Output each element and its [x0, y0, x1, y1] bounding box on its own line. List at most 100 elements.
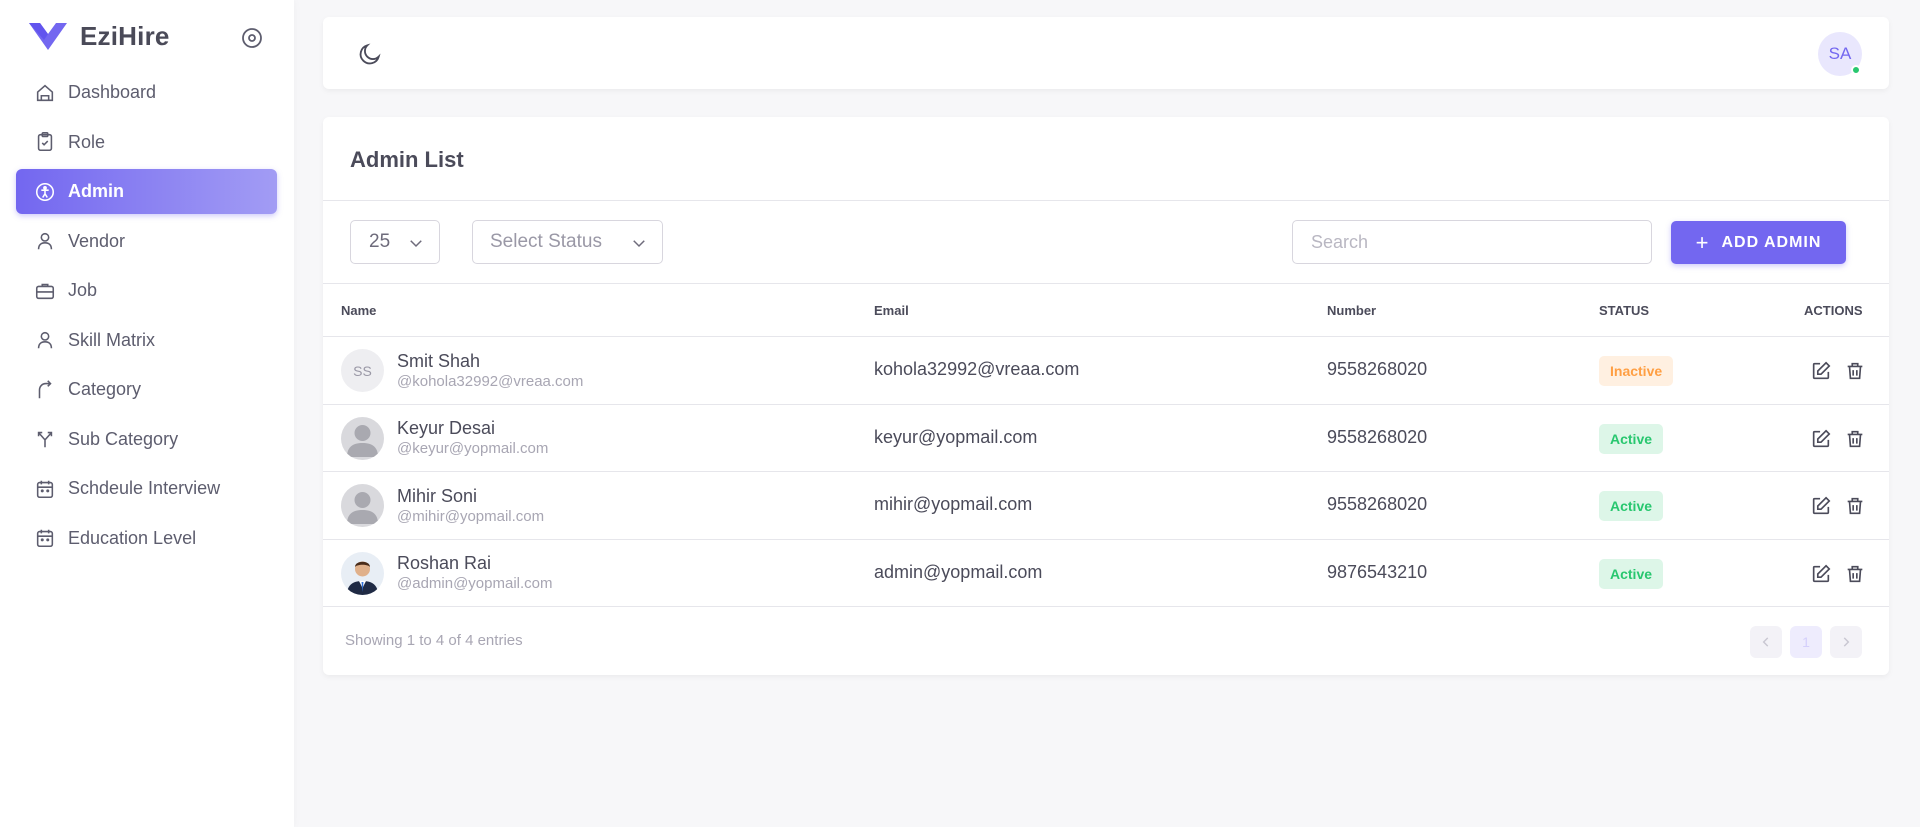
- edit-icon[interactable]: [1810, 563, 1832, 585]
- entries-summary: Showing 1 to 4 of 4 entries: [345, 632, 523, 649]
- column-header-name[interactable]: Name: [341, 303, 376, 318]
- column-header-email[interactable]: Email: [874, 303, 909, 318]
- default-avatar-icon: [347, 424, 378, 457]
- chevron-down-icon: [633, 240, 645, 248]
- sidebar-item-label: Vendor: [68, 230, 126, 251]
- per-page-value: 25: [369, 231, 391, 252]
- trash-icon[interactable]: [1844, 360, 1866, 382]
- brand[interactable]: EziHire: [28, 20, 170, 52]
- sidebar-item-schedule-interview[interactable]: Schdeule Interview: [16, 466, 277, 511]
- status-filter-select[interactable]: Select Status: [472, 220, 663, 264]
- number-cell: 9558268020: [1327, 359, 1428, 379]
- sidebar-item-label: Job: [68, 280, 98, 300]
- top-navbar: SA: [323, 17, 1889, 89]
- email-cell: mihir@yopmail.com: [874, 494, 1033, 514]
- user-icon: [37, 232, 53, 250]
- user-avatar[interactable]: SA: [1818, 32, 1862, 76]
- avatar: [341, 484, 384, 527]
- status-badge: Inactive: [1599, 356, 1674, 386]
- sidebar-item-label: Education Level: [68, 527, 197, 548]
- ezihire-logo-icon: [29, 23, 67, 50]
- user-name: Mihir Soni: [397, 485, 478, 506]
- column-header-number[interactable]: Number: [1327, 303, 1376, 318]
- user-cell: Mihir Soni @mihir@yopmail.com: [341, 484, 544, 527]
- pagination-next-button[interactable]: [1830, 626, 1862, 658]
- edit-icon[interactable]: [1810, 360, 1832, 382]
- avatar: [341, 416, 384, 460]
- column-header-actions: ACTIONS: [1804, 303, 1863, 318]
- column-header-status[interactable]: STATUS: [1599, 303, 1649, 318]
- add-admin-button[interactable]: + ADD ADMIN: [1671, 221, 1846, 264]
- table-row: Keyur Desai @keyur@yopmail.com keyur@yop…: [323, 405, 1889, 472]
- sidebar-item-education-level[interactable]: Education Level: [16, 516, 277, 561]
- sidebar-item-vendor[interactable]: Vendor: [16, 219, 277, 264]
- admin-list-card: Admin List 25 Select Status + ADD ADMIN …: [323, 117, 1889, 675]
- trash-icon[interactable]: [1844, 495, 1866, 517]
- profile-photo-icon: [347, 561, 378, 595]
- plus-icon: +: [1695, 229, 1710, 255]
- number-cell: 9558268020: [1327, 494, 1428, 514]
- user-initials: SA: [1828, 44, 1852, 63]
- status-filter-placeholder: Select Status: [490, 231, 602, 252]
- sidebar-item-admin[interactable]: Admin: [16, 169, 277, 214]
- edit-icon[interactable]: [1810, 495, 1832, 517]
- user-handle: @mihir@yopmail.com: [397, 507, 545, 525]
- email-cell: kohola32992@vreaa.com: [874, 359, 1080, 379]
- sidebar-item-label: Admin: [68, 181, 124, 201]
- accessibility-icon: [35, 182, 55, 201]
- pagination-page-button[interactable]: 1: [1790, 626, 1822, 658]
- chevron-left-icon: [1762, 637, 1769, 647]
- sidebar-item-label: Sub Category: [68, 428, 179, 449]
- default-avatar-icon: [347, 492, 378, 524]
- moon-icon[interactable]: [357, 41, 383, 67]
- sidebar-item-job[interactable]: Job: [16, 268, 277, 313]
- avatar: [341, 551, 384, 595]
- briefcase-icon: [35, 283, 55, 299]
- sidebar-item-label: Role: [68, 131, 106, 152]
- user-name: Roshan Rai: [397, 553, 492, 573]
- status-badge: Active: [1599, 491, 1664, 521]
- user-name: Keyur Desai: [397, 418, 496, 438]
- sidebar-item-sub-category[interactable]: Sub Category: [16, 417, 277, 462]
- pagination-prev-button[interactable]: [1750, 626, 1782, 658]
- sidebar-item-dashboard[interactable]: Dashboard: [16, 70, 277, 115]
- online-status-dot: [1851, 65, 1861, 75]
- user-handle: @keyur@yopmail.com: [397, 440, 549, 457]
- avatar-initials: SS: [353, 362, 372, 379]
- avatar: SS: [341, 349, 384, 392]
- trash-icon[interactable]: [1844, 428, 1866, 450]
- status-badge: Active: [1599, 423, 1664, 454]
- status-badge: Active: [1599, 558, 1664, 589]
- arrow-up-right-icon: [38, 379, 52, 398]
- clipboard-check-icon: [37, 132, 53, 152]
- home-icon: [36, 84, 54, 101]
- sidebar-item-label: Schdeule Interview: [68, 478, 221, 498]
- trash-icon[interactable]: [1844, 563, 1866, 585]
- email-cell: keyur@yopmail.com: [874, 426, 1038, 447]
- sidebar: EziHire Dashboard Role Admin Vendor Job …: [0, 0, 294, 827]
- per-page-select[interactable]: 25: [350, 220, 440, 264]
- table-header: Name Email Number STATUS ACTIONS: [323, 283, 1889, 337]
- pagination: 1: [1750, 626, 1870, 658]
- table-row: Mihir Soni @mihir@yopmail.com mihir@yopm…: [323, 472, 1889, 540]
- user-handle: @admin@yopmail.com: [397, 575, 553, 592]
- sidebar-item-role[interactable]: Role: [16, 120, 277, 165]
- sidebar-item-label: Skill Matrix: [68, 329, 156, 350]
- user-cell: Roshan Rai @admin@yopmail.com: [341, 551, 553, 595]
- user-handle: @kohola32992@vreaa.com: [397, 372, 584, 390]
- edit-icon[interactable]: [1810, 428, 1832, 450]
- sidebar-nav: Dashboard Role Admin Vendor Job Skill Ma…: [16, 70, 277, 565]
- sidebar-item-category[interactable]: Category: [16, 367, 277, 412]
- calendar-icon: [36, 529, 54, 548]
- split-arrow-icon: [37, 431, 53, 448]
- number-cell: 9558268020: [1327, 426, 1428, 447]
- sidebar-item-skill-matrix[interactable]: Skill Matrix: [16, 318, 277, 363]
- sidebar-collapse-icon[interactable]: [240, 26, 264, 50]
- calendar-icon: [36, 480, 54, 498]
- email-cell: admin@yopmail.com: [874, 561, 1043, 582]
- user-icon: [37, 331, 53, 349]
- sidebar-item-label: Category: [68, 379, 142, 399]
- search-input[interactable]: [1292, 220, 1652, 264]
- user-cell: Keyur Desai @keyur@yopmail.com: [341, 416, 549, 460]
- chevron-down-icon: [410, 240, 422, 248]
